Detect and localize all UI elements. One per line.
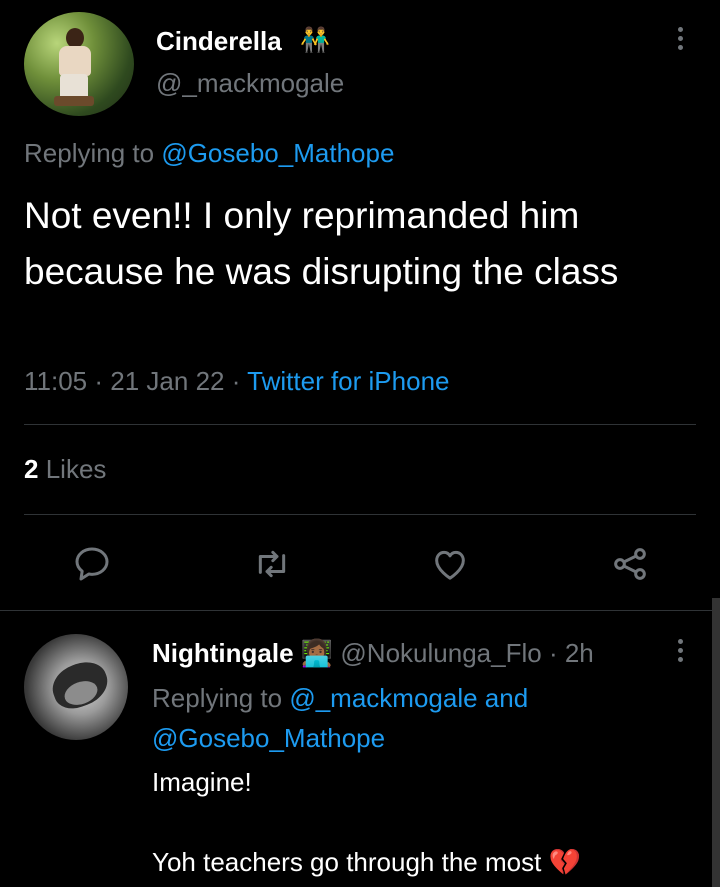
technologist-emoji-icon: 👩🏾‍💻 (300, 638, 334, 668)
divider (24, 424, 696, 425)
couple-emoji-icon: 👬 (300, 27, 330, 54)
more-options-icon[interactable] (668, 636, 692, 666)
tweet-source[interactable]: Twitter for iPhone (247, 366, 449, 396)
likes-label: Likes (45, 454, 107, 484)
reply-avatar[interactable] (24, 634, 128, 740)
replying-to-label: Replying to (24, 138, 155, 168)
replying-to-handle[interactable]: @Gosebo_Mathope (152, 723, 385, 753)
replying-to-label: Replying to (152, 683, 283, 713)
reply-text-content: Yoh teachers go through the most (152, 847, 542, 877)
meta-separator: · (94, 366, 104, 396)
tweet-meta: 11:05 · 21 Jan 22 · Twitter for iPhone (24, 366, 449, 397)
divider (24, 514, 696, 515)
replying-to: Replying to @_mackmogale and @Gosebo_Mat… (152, 678, 692, 758)
heart-icon[interactable] (430, 544, 470, 584)
avatar-figure-head (66, 28, 84, 48)
share-icon[interactable] (610, 544, 650, 584)
reply-text-line: Imagine! (152, 767, 252, 797)
reply-author-name[interactable]: Nightingale (152, 638, 294, 668)
reply-header: Nightingale 👩🏾‍💻 @Nokulunga_Flo · 2h (152, 638, 594, 669)
reply-text-spacer (152, 802, 712, 842)
tweet-text: Not even!! I only reprimanded him becaus… (24, 195, 619, 292)
replying-to-handle[interactable]: @_mackmogale (289, 683, 477, 713)
meta-separator: · (231, 366, 241, 396)
reply-author-handle[interactable]: @Nokulunga_Flo (340, 638, 541, 668)
author-handle[interactable]: @_mackmogale (156, 68, 344, 99)
retweet-icon[interactable] (252, 544, 292, 584)
tweet-time[interactable]: 11:05 (24, 366, 87, 396)
likes-number: 2 (24, 454, 39, 484)
avatar-figure-body (59, 46, 91, 76)
meta-separator: · (548, 638, 558, 668)
reply-icon[interactable] (72, 544, 112, 584)
reply-text-line: Yoh teachers go through the most 💔 (152, 842, 712, 882)
replying-to-handle[interactable]: @Gosebo_Mathope (161, 138, 394, 168)
broken-heart-icon: 💔 (548, 847, 581, 877)
avatar[interactable] (24, 12, 134, 116)
scrollbar[interactable] (712, 598, 720, 887)
divider (0, 610, 720, 611)
reply-text: Imagine! Yoh teachers go through the mos… (152, 762, 712, 882)
reply-time[interactable]: 2h (565, 638, 594, 668)
replying-to-and: and (484, 683, 529, 713)
likes-count[interactable]: 2 Likes (24, 454, 106, 485)
tweet-date[interactable]: 21 Jan 22 (110, 366, 224, 396)
author-name[interactable]: Cinderella (156, 26, 282, 57)
more-options-icon[interactable] (668, 24, 692, 54)
avatar-figure-stool (54, 96, 94, 106)
replying-to: Replying to @Gosebo_Mathope (24, 138, 394, 169)
